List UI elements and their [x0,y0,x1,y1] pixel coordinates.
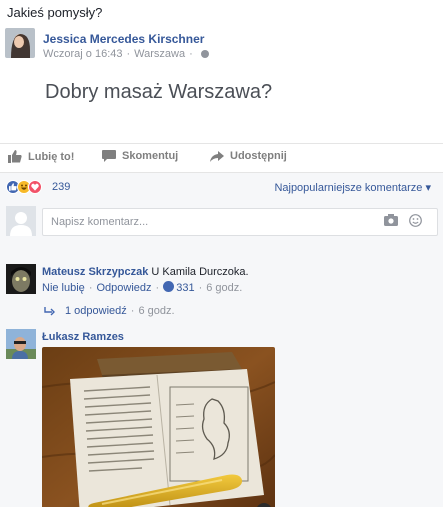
post-caption: Jakieś pomysły? [7,5,103,20]
comment-photo[interactable] [42,347,275,507]
comment-button-label: Skomentuj [122,150,179,162]
comment-body: Mateusz Skrzypczak U Kamila Durczoka. [42,264,249,278]
emoji-icon[interactable] [409,214,422,230]
globe-icon [200,50,209,59]
post-actions-bar: Lubię to! Skomentuj Udostępnij [0,143,443,171]
reaction-count[interactable]: 239 [52,181,70,193]
comment-like-count[interactable]: 331 [176,282,194,294]
like-button-label: Lubię to! [28,150,75,163]
post-author-link[interactable]: Jessica Mercedes Kirschner [43,32,204,46]
commenter-name[interactable]: Mateusz Skrzypczak [42,266,148,278]
share-icon [210,150,224,162]
comment-button[interactable]: Skomentuj [102,150,178,162]
like-button[interactable]: Lubię to! [8,150,74,163]
comment-time[interactable]: 6 godz. [206,282,242,294]
reactions-bar: 239 Najpopularniejsze komentarze ▾ [0,172,443,202]
reaction-icons[interactable] [6,180,42,194]
comment-icon [102,150,116,162]
comment-input[interactable] [42,208,438,236]
view-replies-row[interactable]: 1 odpowiedź · 6 godz. [44,305,175,317]
comment-sort-label: Najpopularniejsze komentarze [274,182,423,194]
comment-actions: Nie lubię · Odpowiedz · 331 · 6 godz. [42,281,243,294]
camera-icon[interactable] [384,214,398,229]
love-icon [28,180,42,194]
comment-sort-dropdown[interactable]: Najpopularniejsze komentarze ▾ [274,181,431,194]
reply-link[interactable]: Odpowiedz [96,282,151,294]
post-card: Jessica Mercedes Kirschner Wczoraj o 16:… [0,25,443,507]
share-button-label: Udostępnij [230,150,287,162]
thumbs-up-icon [8,150,22,163]
share-button[interactable]: Udostępnij [210,150,287,162]
commenter-avatar[interactable] [6,329,36,359]
commenter-name[interactable]: Łukasz Ramzes [42,331,124,343]
post-timestamp[interactable]: Wczoraj o 16:43 [43,48,122,60]
post-text: Dobry masaż Warszawa? [45,81,273,103]
current-user-avatar [6,206,36,236]
comments-section: Mateusz SkrzypczakU Kamila Durczoka. Nie… [0,202,443,507]
commenter-avatar[interactable] [6,264,36,294]
unlike-link[interactable]: Nie lubię [42,282,85,294]
reply-arrow-icon [44,306,55,315]
chevron-down-icon: ▾ [425,182,431,194]
like-count-icon [163,281,175,292]
replies-link[interactable]: 1 odpowiedź [65,305,127,317]
author-avatar[interactable] [5,28,35,58]
comment-text: U Kamila Durczoka. [151,266,249,278]
post-location[interactable]: Warszawa [134,48,185,60]
comment-body: Łukasz Ramzes [42,329,124,343]
post-meta: Wczoraj o 16:43 · Warszawa · [43,48,209,60]
replies-time: 6 godz. [138,305,175,317]
